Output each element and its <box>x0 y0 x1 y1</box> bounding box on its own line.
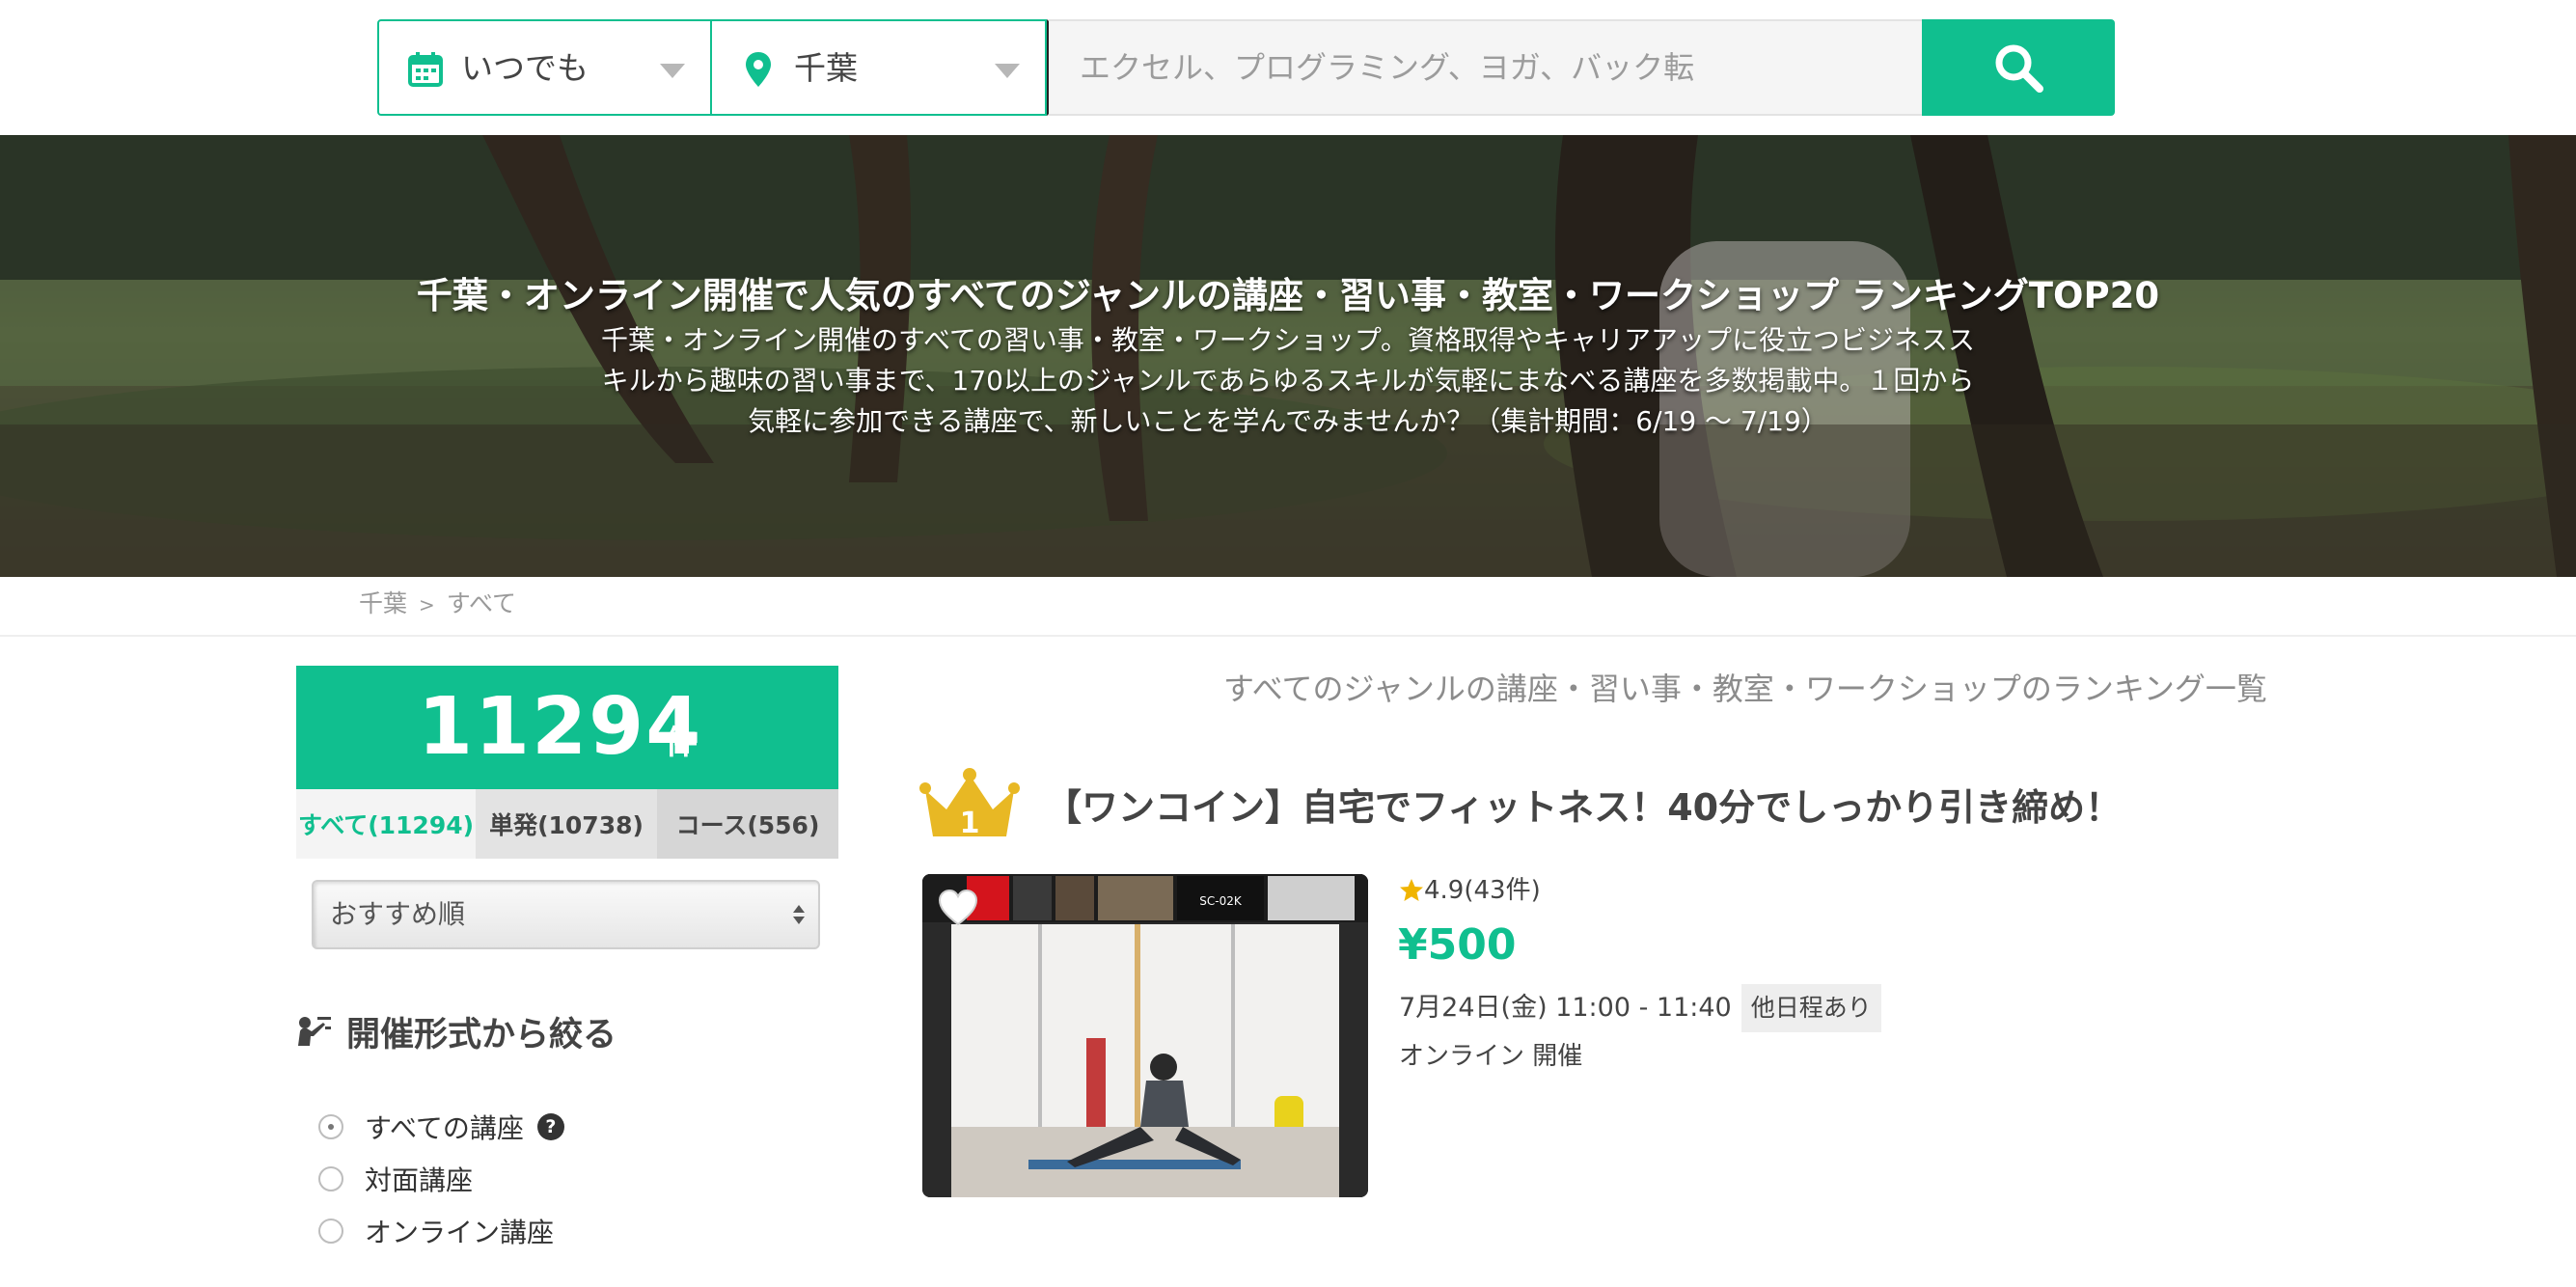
tab-single[interactable]: 単発(10738) <box>476 789 657 859</box>
chevron-down-icon <box>660 64 685 78</box>
filter-option-all[interactable]: すべての講座 ? <box>318 1108 564 1146</box>
filter-option-label: オンライン講座 <box>365 1217 555 1248</box>
hero-banner: 千葉・オンライン開催で人気のすべてのジャンルの講座・習い事・教室・ワークショップ… <box>0 135 2576 577</box>
search-icon <box>1995 44 2043 93</box>
hero-description: 千葉・オンライン開催のすべての習い事・教室・ワークショップ。資格取得やキャリアア… <box>600 324 1976 437</box>
calendar-icon <box>408 52 443 87</box>
course-datetime: 7月24日(金) 11:00 - 11:40 他日程あり <box>1399 984 1881 1032</box>
filter-option-label: すべての講座 <box>365 1112 524 1144</box>
filter-option-online[interactable]: オンライン講座 <box>318 1212 554 1250</box>
sort-select[interactable]: おすすめ順 <box>312 880 820 949</box>
ranking-list-heading: すべてのジャンルの講座・習い事・教室・ワークショップのランキング一覧 <box>1223 671 2267 707</box>
tab-course[interactable]: コース(556) <box>657 789 838 859</box>
teacher-pointing-icon <box>298 1017 331 1046</box>
filter-format-heading: 開催形式から絞る <box>296 1007 617 1055</box>
radio-offline[interactable] <box>318 1166 343 1191</box>
result-count: 11294 <box>418 681 703 773</box>
place-value: 千葉 <box>794 49 858 87</box>
type-tabs: すべて(11294) 単発(10738) コース(556) <box>296 789 838 859</box>
place-selector[interactable]: 千葉 <box>712 19 1047 116</box>
search-bar: いつでも 千葉 <box>377 19 2115 116</box>
chevron-down-icon <box>995 64 1020 78</box>
divider <box>0 635 2576 637</box>
breadcrumb-item-chiba[interactable]: 千葉 <box>359 587 407 621</box>
keyword-input[interactable] <box>1047 19 1922 116</box>
breadcrumb: 千葉 > すべて <box>359 587 516 622</box>
radio-all[interactable] <box>318 1114 343 1139</box>
thumbnail-label: SC-02K <box>1199 894 1243 908</box>
tab-all[interactable]: すべて(11294) <box>296 789 476 859</box>
sort-selected-value: おすすめ順 <box>330 898 466 930</box>
course-venue: オンライン 開催 <box>1399 1042 1583 1071</box>
course-thumbnail-image: SC-02K <box>922 874 1368 1197</box>
radio-online[interactable] <box>318 1219 343 1244</box>
rating-text: 4.9(43件) <box>1424 876 1541 905</box>
hero-title: 千葉・オンライン開催で人気のすべてのジャンルの講座・習い事・教室・ワークショップ… <box>416 275 2160 316</box>
heart-favorite-icon[interactable] <box>938 890 978 926</box>
breadcrumb-separator: > <box>419 593 435 616</box>
rank-number: 1 <box>960 807 980 840</box>
breadcrumb-item-all: すべて <box>446 589 517 617</box>
filter-option-offline[interactable]: 対面講座 <box>318 1160 473 1198</box>
date-selector[interactable]: いつでも <box>377 19 712 116</box>
crown-rank-icon: 1 <box>919 768 1020 840</box>
result-count-box: 11294 件 <box>296 666 838 803</box>
filter-format-title: 開催形式から絞る <box>346 1015 617 1054</box>
other-dates-badge: 他日程あり <box>1740 984 1881 1032</box>
course-thumbnail[interactable]: SC-02K <box>922 874 1368 1197</box>
result-count-unit: 件 <box>665 724 698 762</box>
select-arrows-icon <box>793 905 805 924</box>
course-price: ¥500 <box>1398 920 1517 970</box>
help-icon[interactable]: ? <box>536 1113 564 1140</box>
filter-option-label: 対面講座 <box>365 1164 474 1196</box>
date-value: いつでも <box>461 49 589 87</box>
location-pin-icon <box>746 52 771 87</box>
course-rating: 4.9(43件) <box>1399 872 1541 909</box>
star-icon <box>1400 879 1423 901</box>
course-title[interactable]: 【ワンコイン】自宅でフィットネス！40分でしっかり引き締め！ <box>1045 783 2122 832</box>
search-button[interactable] <box>1922 19 2115 116</box>
datetime-text: 7月24日(金) 11:00 - 11:40 <box>1399 993 1732 1023</box>
